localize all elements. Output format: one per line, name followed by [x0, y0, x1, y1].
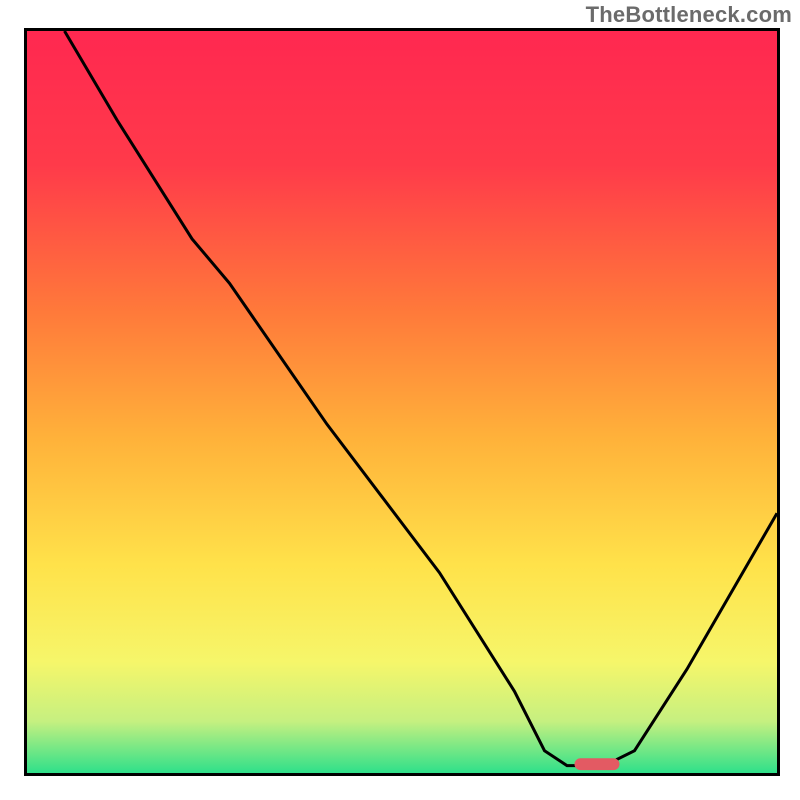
plot-frame [24, 28, 780, 776]
plot-area [27, 31, 777, 773]
target-marker [575, 758, 620, 770]
chart-svg [27, 31, 777, 773]
watermark-text: TheBottleneck.com [586, 2, 792, 28]
chart-root: TheBottleneck.com [0, 0, 800, 800]
gradient-background [27, 31, 777, 773]
